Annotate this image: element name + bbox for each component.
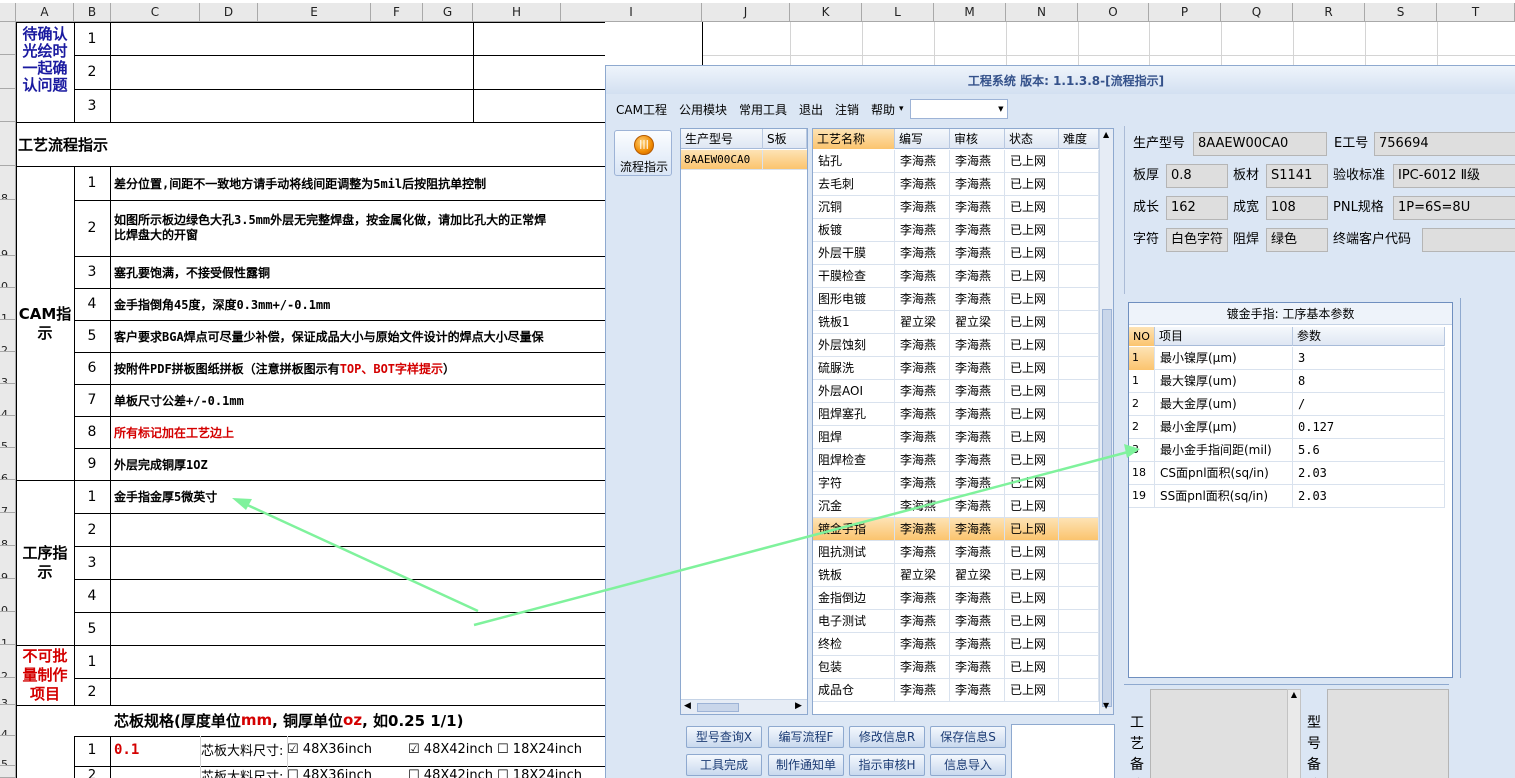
- arrow-line-to-params: [473, 450, 1129, 627]
- arrow-head-icon: [232, 498, 252, 510]
- annotation-arrows: [232, 444, 1140, 627]
- arrow-group: [232, 444, 1140, 627]
- arrow-line-to-step: [242, 501, 479, 613]
- arrow-head-icon: [1124, 444, 1140, 458]
